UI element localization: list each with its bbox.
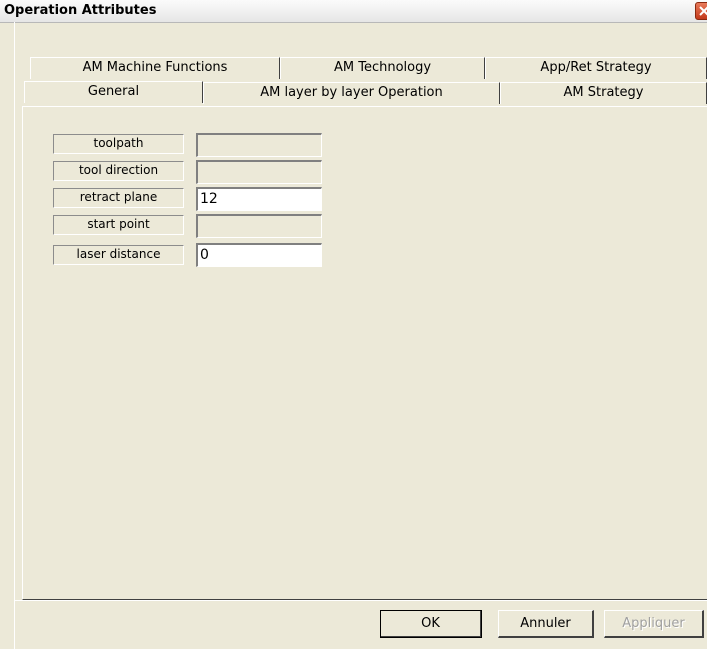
window-title: Operation Attributes bbox=[4, 3, 157, 18]
tab-am-machine-functions[interactable]: AM Machine Functions bbox=[30, 57, 280, 79]
field-label-laser-distance: laser distance bbox=[53, 245, 184, 265]
field-label-text: laser distance bbox=[76, 247, 161, 261]
divider bbox=[14, 600, 707, 601]
title-bar[interactable]: Operation Attributes bbox=[0, 0, 707, 23]
field-label-toolpath: toolpath bbox=[53, 134, 184, 154]
field-label-text: toolpath bbox=[93, 136, 144, 150]
tab-general[interactable]: General bbox=[24, 81, 203, 103]
tab-label: AM Strategy bbox=[563, 85, 644, 100]
toolpath-field[interactable] bbox=[196, 133, 322, 157]
tab-am-technology[interactable]: AM Technology bbox=[280, 57, 485, 79]
tab-app-ret-strategy[interactable]: App/Ret Strategy bbox=[485, 57, 707, 79]
tab-label: AM layer by layer Operation bbox=[260, 85, 443, 100]
tab-am-layer-by-layer-operation[interactable]: AM layer by layer Operation bbox=[203, 82, 500, 104]
field-label-text: start point bbox=[87, 217, 150, 231]
tool-direction-field[interactable] bbox=[196, 160, 322, 184]
tab-label: AM Technology bbox=[333, 60, 432, 75]
frame-edge bbox=[14, 22, 15, 649]
apply-button[interactable]: Appliquer bbox=[604, 610, 704, 638]
laser-distance-field[interactable]: 0 bbox=[196, 243, 322, 267]
field-label-tool-direction: tool direction bbox=[53, 161, 184, 181]
field-label-retract-plane: retract plane bbox=[53, 188, 184, 208]
field-label-text: retract plane bbox=[79, 190, 158, 204]
tab-am-strategy[interactable]: AM Strategy bbox=[500, 82, 707, 104]
operation-attributes-dialog: Operation Attributes AM Machine Function… bbox=[0, 0, 707, 649]
field-label-start-point: start point bbox=[53, 215, 184, 235]
tab-label: AM Machine Functions bbox=[82, 60, 228, 75]
retract-plane-field[interactable]: 12 bbox=[196, 187, 322, 211]
cancel-button[interactable]: Annuler bbox=[498, 610, 594, 638]
ok-button[interactable]: OK bbox=[380, 610, 482, 638]
start-point-field[interactable] bbox=[196, 214, 322, 238]
field-label-text: tool direction bbox=[78, 163, 159, 177]
tab-label: App/Ret Strategy bbox=[540, 60, 652, 75]
close-icon[interactable] bbox=[695, 2, 707, 20]
tab-label: General bbox=[87, 84, 140, 99]
